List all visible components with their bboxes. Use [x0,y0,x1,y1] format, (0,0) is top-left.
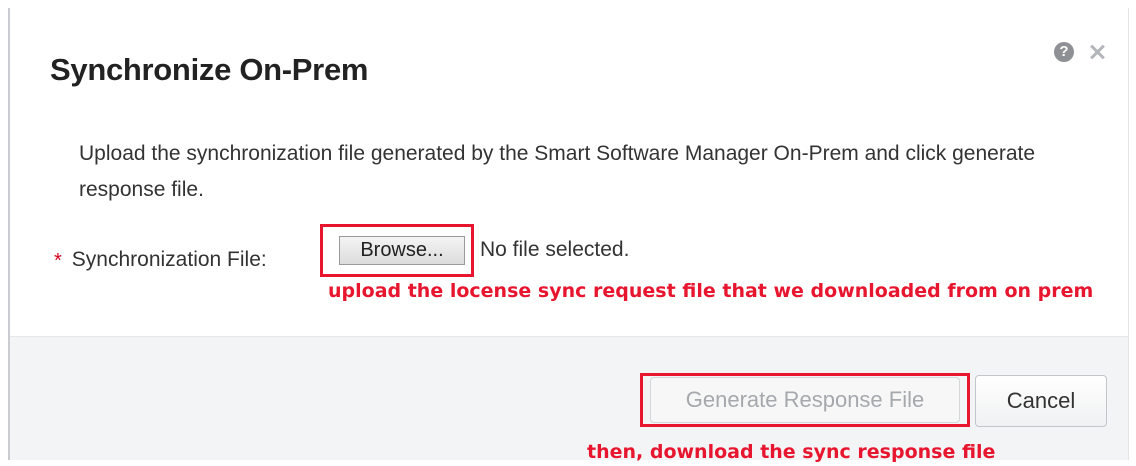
upload-annotation: upload the locense sync request file tha… [328,280,1094,302]
required-marker: * [54,250,62,272]
generate-response-file-button[interactable]: Generate Response File [650,377,960,423]
dialog-header-icons: ? [1054,42,1106,62]
dialog-description: Upload the synchronization file generate… [79,142,1036,201]
download-annotation: then, download the sync response file [587,441,996,463]
dialog-title: Synchronize On-Prem [50,52,369,87]
help-icon[interactable]: ? [1054,42,1074,62]
dialog-footer: Generate Response File Cancel then, down… [10,336,1128,463]
synchronize-dialog: Synchronize On-Prem ? Upload the synchro… [8,8,1129,463]
synchronization-file-row: * Synchronization File: [54,246,267,273]
file-status-text: No file selected. [480,238,630,261]
close-icon[interactable] [1088,43,1106,61]
synchronization-file-label: Synchronization File: [71,247,267,271]
browse-button[interactable]: Browse... [339,236,465,265]
cancel-button[interactable]: Cancel [975,375,1107,427]
